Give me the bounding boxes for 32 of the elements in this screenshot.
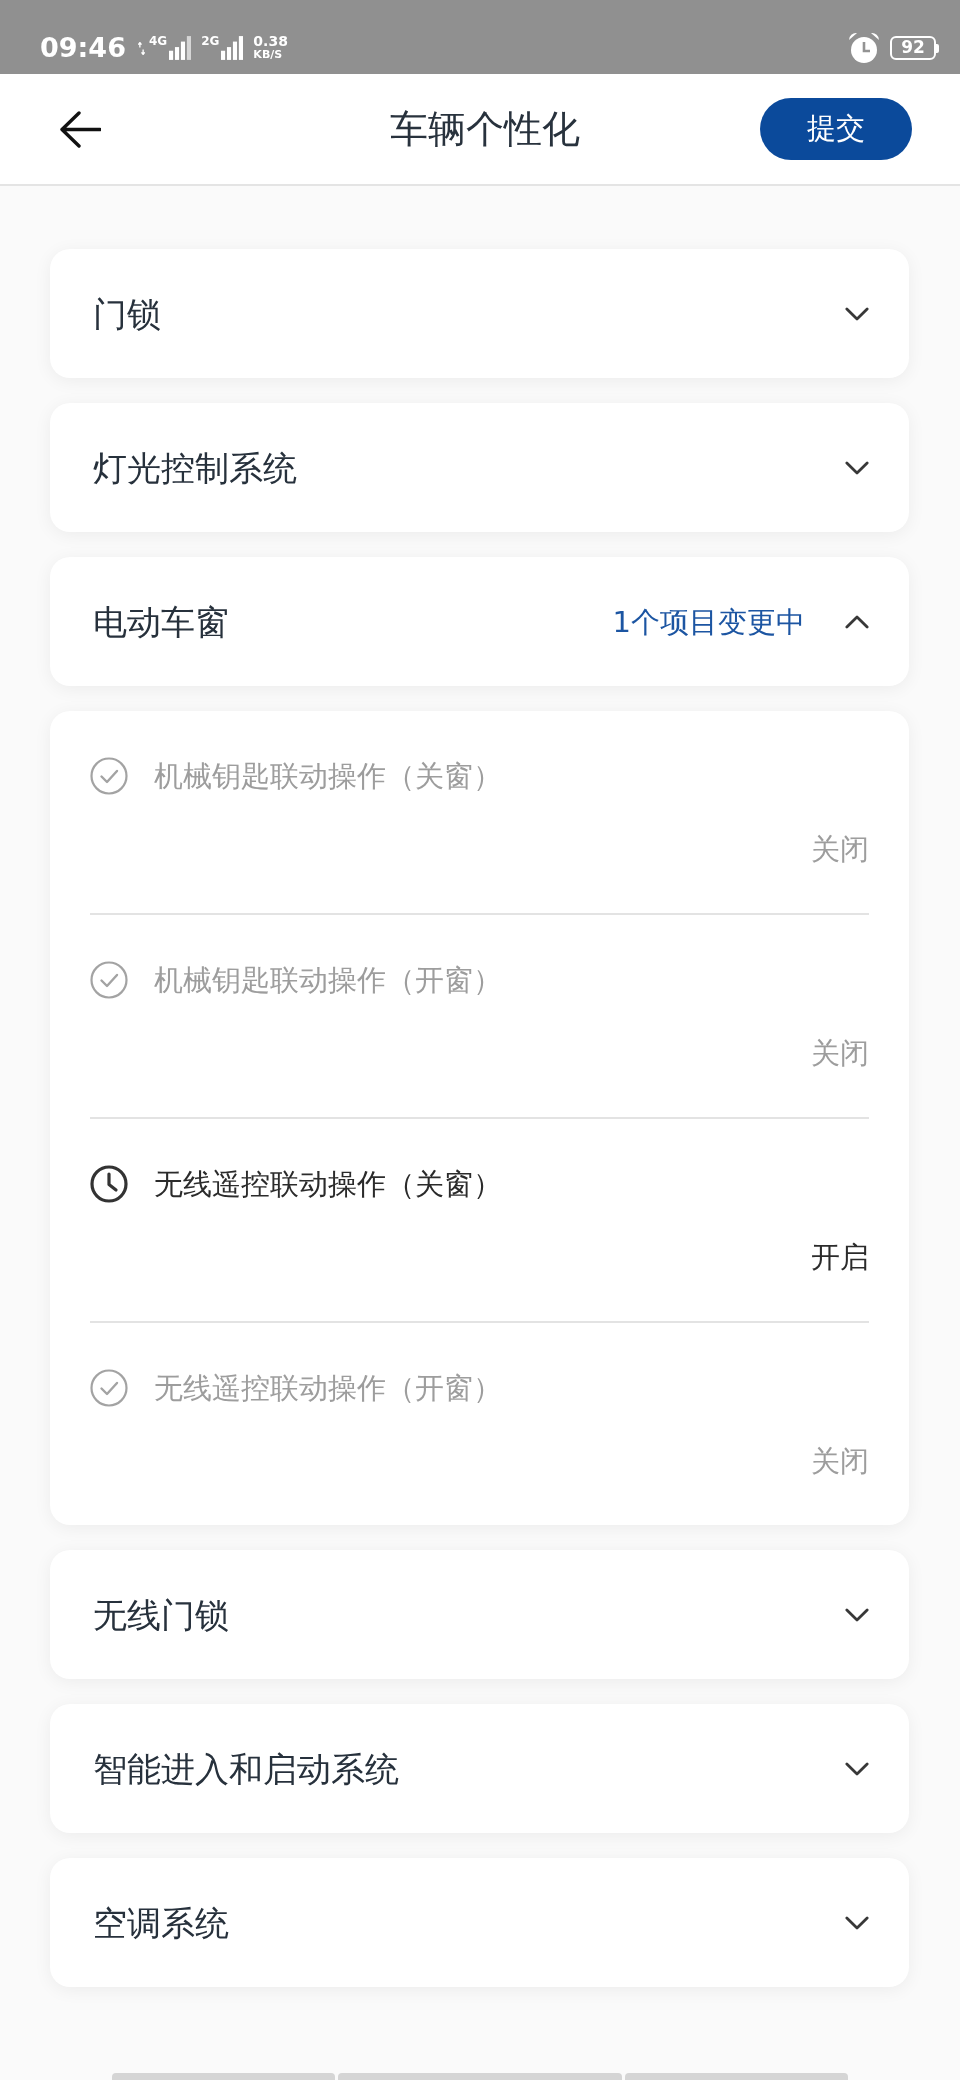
- signal-bars-icon: [169, 36, 192, 60]
- setting-label: 机械钥匙联动操作（开窗）: [154, 962, 502, 999]
- submit-button[interactable]: 提交: [760, 98, 912, 160]
- setting-value[interactable]: 开启: [811, 1237, 869, 1277]
- section-header[interactable]: 灯光控制系统: [50, 403, 909, 532]
- change-status: 1个项目变更中: [612, 603, 805, 641]
- network-type: 4G: [148, 35, 168, 48]
- setting-label: 无线遥控联动操作（关窗）: [154, 1166, 502, 1203]
- setting-label: 机械钥匙联动操作（关窗）: [154, 758, 502, 795]
- section-title: 空调系统: [93, 1901, 229, 1945]
- battery-indicator: 92: [890, 36, 939, 60]
- section-title: 智能进入和启动系统: [93, 1747, 399, 1791]
- section-header[interactable]: 智能进入和启动系统: [50, 1704, 909, 1833]
- section-header[interactable]: 空调系统: [50, 1858, 909, 1987]
- back-button[interactable]: [57, 108, 103, 150]
- section-title: 无线门锁: [93, 1593, 229, 1637]
- section-title: 电动车窗: [93, 600, 229, 644]
- section-title: 灯光控制系统: [93, 446, 297, 490]
- network-speed: 0.38: [253, 35, 288, 48]
- status-time: 09:46: [40, 32, 126, 64]
- section-header[interactable]: 电动车窗 1个项目变更中: [50, 557, 909, 686]
- setting-label: 无线遥控联动操作（开窗）: [154, 1370, 502, 1407]
- data-arrows-icon: [137, 41, 145, 55]
- section-title: 门锁: [93, 292, 161, 336]
- signal-bars-icon: [221, 36, 244, 60]
- section-header[interactable]: 无线门锁: [50, 1550, 909, 1679]
- back-arrow-icon: [59, 110, 101, 148]
- alarm-clock-icon: [848, 32, 880, 64]
- network-type: 2G: [201, 35, 220, 48]
- section-header[interactable]: 门锁: [50, 249, 909, 378]
- speed-unit: KB/S: [253, 48, 284, 61]
- page-title: 车辆个性化: [389, 106, 580, 153]
